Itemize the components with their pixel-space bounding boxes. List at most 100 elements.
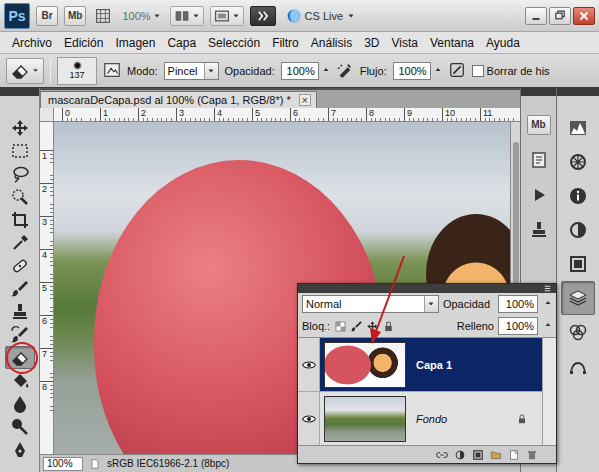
erase-history-checkbox[interactable]	[472, 65, 484, 77]
eraser-icon	[10, 348, 30, 368]
cs-live-button[interactable]: CS Live	[286, 8, 357, 24]
airbrush-button[interactable]	[336, 61, 354, 81]
blur-icon	[10, 394, 30, 414]
menu-item[interactable]: Vista	[386, 36, 424, 50]
menu-item[interactable]: Ventana	[424, 36, 480, 50]
visibility-toggle[interactable]	[298, 338, 320, 391]
panel-button[interactable]	[561, 111, 595, 145]
tool-button[interactable]	[5, 415, 35, 438]
tool-button[interactable]	[5, 116, 35, 139]
workspace-extras-button[interactable]	[250, 6, 276, 26]
dropdown-arrow-icon	[152, 11, 162, 21]
layers-icon	[568, 288, 588, 308]
close-tab-button[interactable]: ×	[299, 94, 311, 106]
document-title: mascaraDeCapa.psd al 100% (Capa 1, RGB/8…	[48, 94, 291, 106]
guides-icon	[95, 8, 111, 24]
layer-row[interactable]: Fondo	[298, 392, 542, 446]
screen-mode-button[interactable]	[210, 6, 244, 26]
panel-button[interactable]	[524, 212, 554, 247]
tool-button[interactable]	[5, 346, 35, 369]
fill-field[interactable]: 100%	[498, 317, 538, 335]
cs-live-label: CS Live	[305, 10, 344, 22]
opacity-field[interactable]: 100%	[281, 62, 319, 80]
bridge-button[interactable]: Br	[36, 6, 58, 26]
erase-history-option[interactable]: Borrar de his	[472, 65, 550, 77]
ruler-label: 4	[214, 108, 252, 121]
restore-button[interactable]	[549, 7, 571, 25]
lock-label: Bloq.:	[302, 320, 330, 332]
tool-button[interactable]	[5, 323, 35, 346]
dodge-icon	[10, 417, 30, 437]
window-controls	[525, 7, 595, 25]
layers-scrollbar[interactable]	[542, 338, 556, 445]
menu-item[interactable]: 3D	[358, 36, 385, 50]
menu-item[interactable]: Edición	[58, 36, 109, 50]
tool-button[interactable]	[5, 162, 35, 185]
flow-label: Flujo:	[360, 65, 387, 77]
menu-item[interactable]: Análisis	[305, 36, 358, 50]
panel-button[interactable]	[561, 145, 595, 179]
zoom-value: 100%	[122, 10, 150, 22]
brush-panel-button[interactable]	[103, 61, 121, 81]
menu-item[interactable]: Capa	[161, 36, 202, 50]
move-icon	[10, 118, 30, 138]
tool-button[interactable]	[5, 139, 35, 162]
visibility-toggle[interactable]	[298, 392, 320, 445]
extras-button[interactable]	[92, 6, 114, 26]
tool-button[interactable]	[5, 231, 35, 254]
panel-button[interactable]	[561, 213, 595, 247]
close-button[interactable]	[573, 7, 595, 25]
flow-field[interactable]: 100%	[393, 62, 431, 80]
ruler-label: 1	[100, 108, 138, 121]
document-tab[interactable]: mascaraDeCapa.psd al 100% (Capa 1, RGB/8…	[40, 91, 317, 108]
arrange-documents-button[interactable]	[170, 6, 204, 26]
menu-item[interactable]: Ayuda	[480, 36, 526, 50]
panel-button[interactable]	[524, 142, 554, 177]
minimize-button[interactable]	[525, 7, 547, 25]
tool-button[interactable]	[5, 277, 35, 300]
tool-button[interactable]	[5, 208, 35, 231]
tool-button[interactable]	[5, 185, 35, 208]
panel-button[interactable]	[561, 281, 595, 315]
channels-icon	[568, 322, 588, 342]
dropdown-arrow-icon	[346, 11, 356, 21]
mode-label: Modo:	[127, 65, 158, 77]
menu-item[interactable]: Archivo	[6, 36, 58, 50]
tool-preset-picker[interactable]	[6, 58, 44, 84]
panel-button[interactable]	[524, 177, 554, 212]
dropdown-arrow-icon	[231, 11, 241, 21]
zoom-field[interactable]: 100%	[43, 457, 83, 471]
brush-preset-picker[interactable]: 137	[57, 57, 97, 85]
mode-dropdown[interactable]: Pincel	[164, 62, 219, 80]
zoom-dropdown[interactable]: 100%	[120, 10, 163, 22]
ruler-label: 3	[176, 108, 214, 121]
new-layer-icon	[508, 449, 520, 461]
layer-row[interactable]: Capa 1	[298, 338, 542, 392]
menu-item[interactable]: Selección	[202, 36, 266, 50]
ruler-label: 5	[40, 282, 53, 315]
tool-button[interactable]	[5, 300, 35, 323]
brush-tip-icon	[73, 61, 82, 70]
panel-button[interactable]	[561, 349, 595, 383]
ruler-label: 8	[40, 381, 53, 414]
tool-button[interactable]	[5, 392, 35, 415]
mini-bridge-button[interactable]: Mb	[64, 6, 86, 26]
mini-bridge-panel-button[interactable]: Mb	[527, 115, 551, 135]
actions-icon	[529, 185, 549, 205]
panel-menu-icon	[543, 284, 552, 293]
tablet-pressure-button[interactable]	[448, 61, 466, 81]
tool-button[interactable]	[5, 438, 35, 461]
lock-position-icon	[366, 320, 379, 333]
crop-icon	[10, 210, 30, 230]
panel-button[interactable]	[561, 315, 595, 349]
options-bar: 137Modo:PincelOpacidad:100%Flujo:100%Bor…	[0, 54, 599, 88]
brush-icon	[10, 279, 30, 299]
layer-opacity-field[interactable]: 100%	[498, 295, 538, 313]
menu-item[interactable]: Filtro	[266, 36, 305, 50]
panel-button[interactable]	[561, 247, 595, 281]
tool-button[interactable]	[5, 369, 35, 392]
blend-mode-dropdown[interactable]: Normal	[302, 295, 439, 313]
tool-button[interactable]	[5, 254, 35, 277]
menu-item[interactable]: Imagen	[109, 36, 161, 50]
panel-button[interactable]	[561, 179, 595, 213]
